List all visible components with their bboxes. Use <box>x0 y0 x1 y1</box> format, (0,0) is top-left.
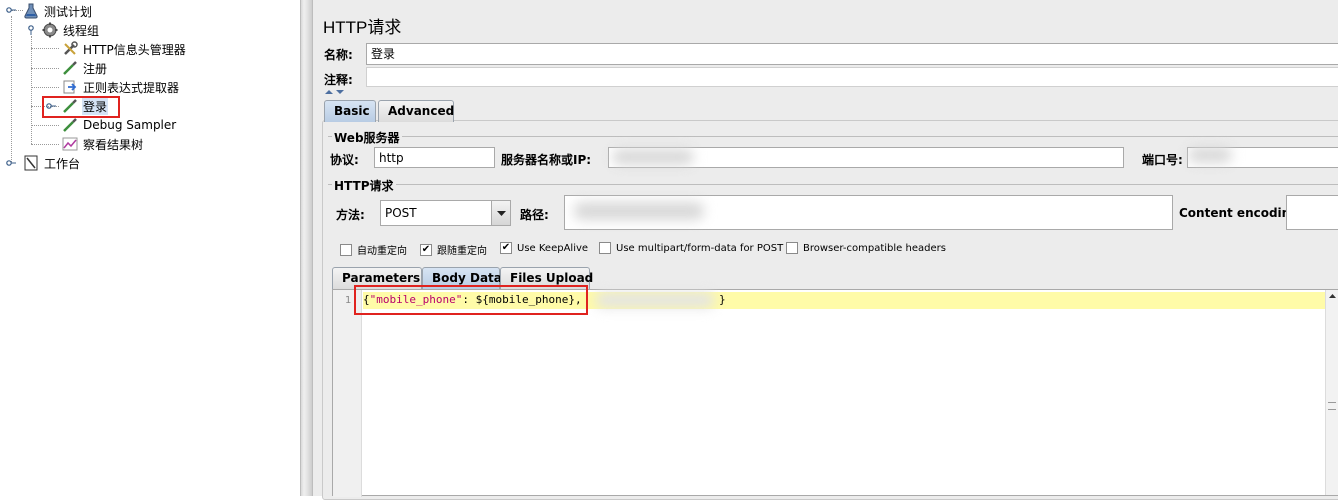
gear-icon <box>41 21 59 39</box>
checkbox-follow-redirect[interactable]: ✔ 跟随重定向 <box>420 242 487 257</box>
tree-node-debug-sampler[interactable]: Debug Sampler <box>61 116 177 134</box>
collapse-arrows-icon[interactable] <box>324 88 346 96</box>
http-request-legend: HTTP请求 <box>332 177 396 194</box>
checkbox-box[interactable] <box>340 243 352 256</box>
tab-basic[interactable]: Basic <box>324 100 376 122</box>
chart-icon <box>61 135 79 153</box>
test-plan-tree: 测试计划 线程组 HTTP信息头管理器 注册 正则表达式提取器 登录 Debug… <box>0 0 300 496</box>
checkbox-box[interactable] <box>599 242 611 254</box>
http-request-panel: HTTP请求 名称: 登录 注释: Basic Advanced Web服务器 … <box>312 0 1338 500</box>
checkbox-auto-redirect[interactable]: 自动重定向 <box>340 242 407 257</box>
redacted-body <box>595 292 715 308</box>
tree-label: 测试计划 <box>44 4 93 19</box>
content-encoding-label: Content encoding: <box>1179 206 1304 220</box>
checkbox-keepalive[interactable]: ✔ Use KeepAlive <box>500 242 588 254</box>
tree-node-register[interactable]: 注册 <box>61 59 108 77</box>
pane-splitter[interactable] <box>300 0 312 496</box>
tree-node-test-plan[interactable]: 测试计划 <box>22 2 93 20</box>
line-gutter <box>333 290 362 497</box>
flask-icon <box>22 2 40 20</box>
tree-node-workbench[interactable]: 工作台 <box>22 154 81 172</box>
tree-label: 注册 <box>83 61 108 76</box>
name-input[interactable]: 登录 <box>366 43 1338 65</box>
scroll-grip[interactable] <box>1328 402 1336 410</box>
expand-handle-icon[interactable] <box>6 5 16 15</box>
redacted-server <box>612 149 694 165</box>
pipette-icon <box>61 59 79 77</box>
workbench-icon <box>22 154 40 172</box>
tree-node-results-tree[interactable]: 察看结果树 <box>61 135 144 153</box>
panel-title: HTTP请求 <box>323 18 402 37</box>
port-label: 端口号: <box>1142 153 1183 167</box>
tree-label: 正则表达式提取器 <box>83 80 180 95</box>
checkbox-label: Use KeepAlive <box>517 242 589 254</box>
method-label: 方法: <box>336 208 365 222</box>
expand-handle-icon[interactable] <box>26 25 36 35</box>
checkbox-box[interactable]: ✔ <box>500 242 512 254</box>
method-dropdown-button[interactable] <box>491 201 510 225</box>
comment-label: 注释: <box>324 73 353 87</box>
extractor-icon <box>61 78 79 96</box>
body-data-editor[interactable]: 1 {"mobile_phone": ${mobile_phone}, } <box>332 289 1338 497</box>
tree-label: 察看结果树 <box>83 137 144 152</box>
scroll-up-icon[interactable] <box>1326 290 1338 302</box>
tree-node-regex-extractor[interactable]: 正则表达式提取器 <box>61 78 180 96</box>
code-close-brace: } <box>719 293 726 306</box>
selection-highlight <box>42 96 120 118</box>
protocol-label: 协议: <box>330 153 359 167</box>
checkbox-box[interactable] <box>786 242 798 254</box>
comment-input[interactable] <box>366 67 1338 87</box>
checkbox-browser-headers[interactable]: Browser-compatible headers <box>786 242 946 254</box>
pipette-icon <box>61 116 79 134</box>
checkbox-label: Use multipart/form-data for POST <box>616 242 784 254</box>
server-label: 服务器名称或IP: <box>501 153 592 167</box>
tree-label: Debug Sampler <box>83 118 177 132</box>
checkbox-label: 跟随重定向 <box>437 246 487 257</box>
content-encoding-input[interactable] <box>1286 195 1338 230</box>
checkbox-label: 自动重定向 <box>357 246 407 257</box>
tree-label: 工作台 <box>44 156 81 171</box>
redacted-port <box>1188 147 1232 163</box>
expand-handle-icon[interactable] <box>6 158 16 168</box>
wrench-icon <box>61 40 79 58</box>
body-highlight <box>354 285 588 315</box>
chevron-down-icon <box>497 211 506 216</box>
tree-label: 线程组 <box>63 23 100 38</box>
redacted-path <box>574 202 704 220</box>
line-number: 1 <box>345 295 352 306</box>
editor-scrollbar[interactable] <box>1325 290 1338 495</box>
tab-advanced[interactable]: Advanced <box>378 100 454 122</box>
name-label: 名称: <box>324 48 353 62</box>
checkbox-label: Browser-compatible headers <box>803 242 946 254</box>
tree-node-header-manager[interactable]: HTTP信息头管理器 <box>61 40 187 58</box>
path-label: 路径: <box>520 208 549 222</box>
tree-node-thread-group[interactable]: 线程组 <box>41 21 100 39</box>
checkbox-box[interactable]: ✔ <box>420 243 432 256</box>
tree-label: HTTP信息头管理器 <box>83 42 186 57</box>
web-server-legend: Web服务器 <box>332 129 402 146</box>
protocol-input[interactable]: http <box>374 147 495 168</box>
checkbox-multipart[interactable]: Use multipart/form-data for POST <box>599 242 783 254</box>
